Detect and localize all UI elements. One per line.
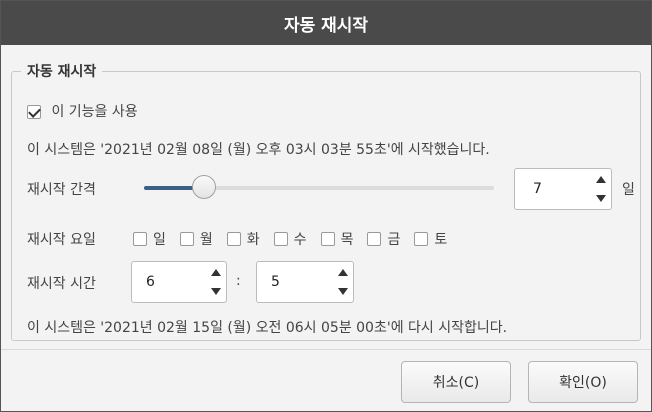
interval-slider[interactable] — [144, 175, 494, 199]
spin-up-icon[interactable] — [338, 269, 348, 276]
day-label: 월 — [199, 232, 213, 248]
spin-up-icon[interactable] — [211, 269, 221, 276]
auto-restart-dialog: 자동 재시작 자동 재시작 이 기능을 사용 이 시스템은 '2021년 02월… — [0, 0, 652, 412]
interval-unit: 일 — [622, 182, 635, 198]
window-title: 자동 재시작 — [1, 1, 651, 45]
spin-up-icon[interactable] — [596, 176, 606, 183]
spin-down-icon[interactable] — [211, 288, 221, 295]
day-label: 금 — [387, 232, 401, 248]
enable-row[interactable]: 이 기능을 사용 — [27, 101, 138, 121]
ok-button[interactable]: 확인(O) — [528, 361, 638, 403]
day-checkbox-fri[interactable] — [367, 232, 382, 246]
day-checkbox-tue[interactable] — [226, 232, 241, 246]
day-label: 화 — [246, 232, 260, 248]
day-checkbox-sat[interactable] — [414, 232, 429, 246]
spin-arrows[interactable] — [595, 169, 607, 209]
day-checkbox-thu[interactable] — [320, 232, 335, 246]
spin-down-icon[interactable] — [338, 288, 348, 295]
slider-thumb[interactable] — [192, 175, 216, 199]
day-checkbox-mon[interactable] — [179, 232, 194, 246]
day-label: 일 — [153, 232, 166, 248]
day-checkbox-wed[interactable] — [273, 232, 288, 246]
hour-value: 6 — [146, 274, 155, 290]
day-label: 수 — [293, 232, 307, 248]
interval-value: 7 — [533, 181, 542, 197]
time-label: 재시작 시간 — [27, 276, 96, 292]
hour-spinbox[interactable]: 6 — [131, 261, 227, 303]
spin-arrows[interactable] — [210, 262, 222, 302]
footer-divider — [1, 349, 651, 350]
spin-down-icon[interactable] — [596, 195, 606, 202]
group-title: 자동 재시작 — [21, 61, 103, 81]
enable-label: 이 기능을 사용 — [51, 104, 138, 120]
day-checkbox-sun[interactable] — [133, 232, 147, 246]
cancel-button[interactable]: 취소(C) — [401, 361, 511, 403]
day-label: 목 — [340, 232, 354, 248]
interval-spinbox[interactable]: 7 — [514, 168, 612, 210]
started-text: 이 시스템은 '2021년 02월 08일 (월) 오후 03시 03분 55초… — [27, 142, 490, 158]
day-label: 토 — [434, 232, 448, 248]
minute-value: 5 — [271, 274, 280, 290]
enable-checkbox[interactable] — [27, 105, 41, 119]
minute-spinbox[interactable]: 5 — [256, 261, 354, 303]
days-checkbox-group: 일 월 화 수 목 금 토 — [133, 229, 447, 249]
next-restart-text: 이 시스템은 '2021년 02월 15일 (월) 오전 06시 05분 00초… — [27, 320, 508, 336]
interval-label: 재시작 간격 — [27, 182, 96, 198]
time-separator: : — [236, 273, 241, 289]
spin-arrows[interactable] — [337, 262, 349, 302]
days-label: 재시작 요일 — [27, 232, 96, 248]
